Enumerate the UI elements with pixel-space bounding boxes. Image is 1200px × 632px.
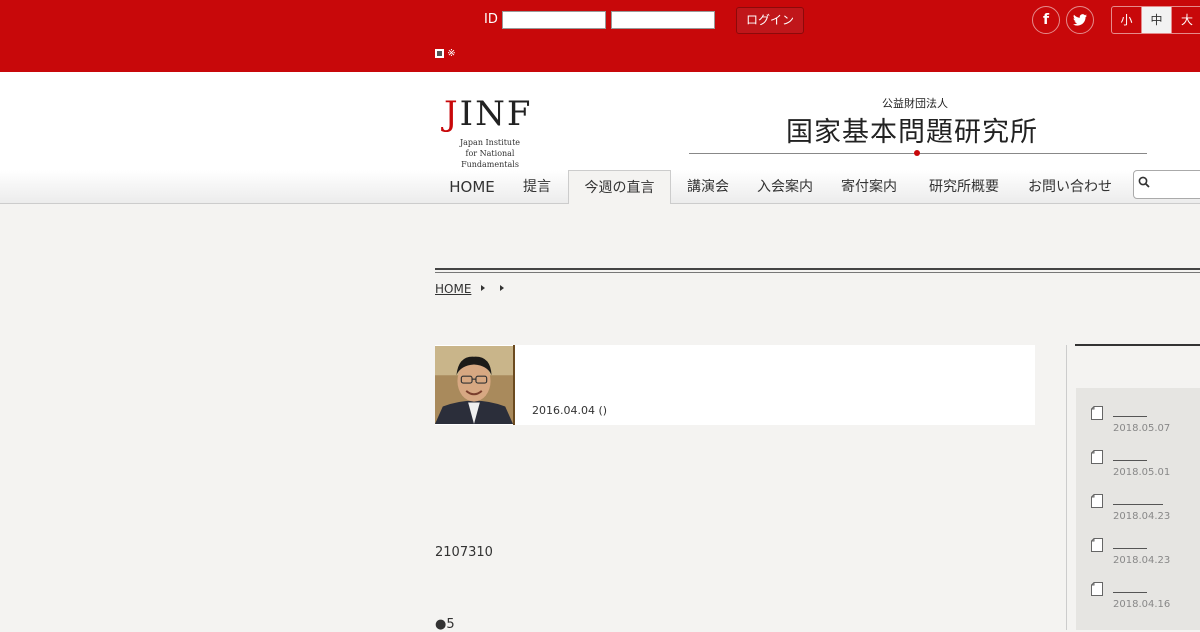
login-password-input[interactable] <box>611 11 715 29</box>
font-size-small-button[interactable]: 小 <box>1112 7 1142 33</box>
article-date: 2016.04.04 () <box>532 404 608 417</box>
document-icon <box>1091 406 1103 420</box>
logo-subtitle: Japan Institute for National Fundamental… <box>440 137 540 170</box>
org-name: 国家基本問題研究所 <box>786 117 1038 148</box>
font-size-medium-button[interactable]: 中 <box>1142 7 1172 33</box>
nav-about[interactable]: 研究所概要 <box>922 170 1006 204</box>
twitter-bird-icon <box>1073 14 1087 26</box>
nav-weekly-opinion[interactable]: 今週の直言 <box>568 170 671 204</box>
sidebar-item-link[interactable] <box>1113 592 1147 593</box>
nav-lectures[interactable]: 講演会 <box>678 170 738 204</box>
sidebar-item-link[interactable] <box>1113 460 1147 461</box>
logo-subtitle-line1: Japan Institute <box>459 138 521 147</box>
document-icon <box>1091 538 1103 552</box>
sidebar-item-date: 2018.04.16 <box>1113 599 1171 610</box>
breadcrumb-home[interactable]: HOME <box>435 282 471 296</box>
document-icon <box>1091 494 1103 508</box>
article-header-card <box>435 345 1035 425</box>
login-id-input[interactable] <box>502 11 606 29</box>
logo-subtitle-line2: for National Fundamentals <box>461 149 519 169</box>
remember-checkbox[interactable] <box>435 48 444 58</box>
logo-letters: INF <box>459 94 533 134</box>
login-button[interactable]: ログイン <box>736 7 804 34</box>
breadcrumb-arrow-icon <box>481 285 485 291</box>
sidebar-top-rule <box>1075 344 1200 346</box>
remember-login[interactable]: ※ <box>435 48 456 59</box>
font-size-large-button[interactable]: 大 <box>1172 7 1200 33</box>
sidebar-item-link[interactable] <box>1113 548 1147 549</box>
nav-donation[interactable]: 寄付案内 <box>834 170 904 204</box>
facebook-icon[interactable]: f <box>1032 6 1060 34</box>
sidebar-item-date: 2018.04.23 <box>1113 555 1171 566</box>
logo-letter-j: J <box>444 94 460 134</box>
nav-proposals[interactable]: 提言 <box>514 170 560 204</box>
nav-home[interactable]: HOME <box>440 170 504 204</box>
twitter-icon[interactable] <box>1066 6 1094 34</box>
remember-mark: ※ <box>447 48 456 59</box>
jinf-logo[interactable]: JINF <box>444 94 532 134</box>
breadcrumb-arrow-icon <box>500 285 504 291</box>
sidebar-item-link[interactable] <box>1113 504 1163 505</box>
header-divider-dot <box>914 150 920 156</box>
sidebar-divider <box>1066 345 1067 630</box>
sidebar-item-date: 2018.05.07 <box>1113 423 1171 434</box>
nav-contact[interactable]: お問い合わせ <box>1020 170 1120 204</box>
sidebar-item-link[interactable] <box>1113 416 1147 417</box>
document-icon <box>1091 450 1103 464</box>
sidebar-item-date: 2018.05.01 <box>1113 467 1171 478</box>
content-top-rule-thin <box>435 272 1200 273</box>
content-top-rule <box>435 268 1200 270</box>
article-body-line: 2107310 <box>435 545 493 560</box>
org-type: 公益財団法人 <box>882 97 948 110</box>
author-photo <box>435 345 515 425</box>
search-icon <box>1138 176 1150 188</box>
nav-membership[interactable]: 入会案内 <box>750 170 820 204</box>
font-size-switcher: 小 中 大 <box>1111 6 1200 34</box>
sidebar-item-date: 2018.04.23 <box>1113 511 1171 522</box>
id-label: ID <box>484 12 498 27</box>
document-icon <box>1091 582 1103 596</box>
